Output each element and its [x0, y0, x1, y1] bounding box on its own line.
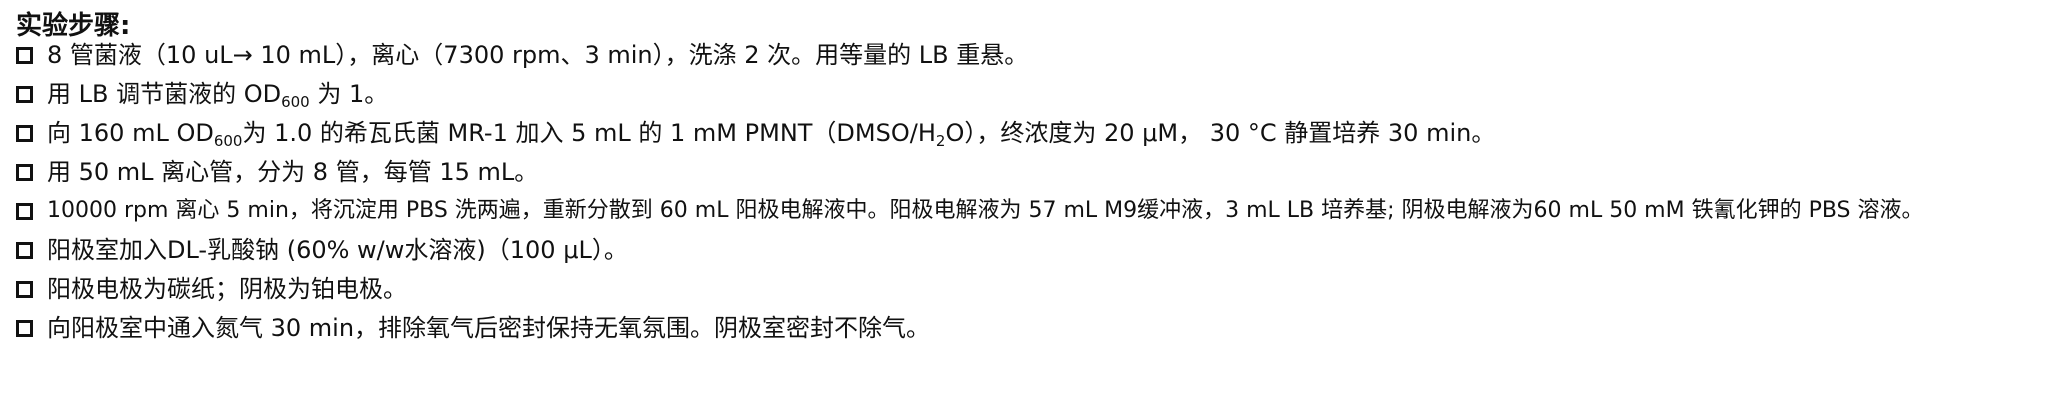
step-text: 阳极室加入DL-乳酸钠 (60% w/w水溶液)（100 μL）。 — [47, 236, 628, 264]
document: 实验步骤: 8 管菌液（10 uL→ 10 mL），离心（7300 rpm、3 … — [0, 0, 2062, 402]
step-text: 向阳极室中通入氮气 30 min，排除氧气后密封保持无氧氛围。阴极室密封不除气。 — [47, 314, 931, 342]
step-1: 8 管菌液（10 uL→ 10 mL），离心（7300 rpm、3 min），洗… — [16, 35, 1028, 75]
step-7: 阳极电极为碳纸；阴极为铂电极。 — [16, 269, 407, 309]
checkbox-icon[interactable] — [16, 124, 33, 142]
subscript: 600 — [281, 93, 310, 111]
checkbox-icon[interactable] — [16, 85, 33, 103]
step-text: 向 160 mL OD600为 1.0 的希瓦氏菌 MR-1 加入 5 mL 的… — [47, 119, 1496, 150]
checkbox-icon[interactable] — [16, 241, 33, 259]
checkbox-icon[interactable] — [16, 280, 33, 298]
step-text: 用 LB 调节菌液的 OD600 为 1。 — [47, 80, 389, 111]
step-8: 向阳极室中通入氮气 30 min，排除氧气后密封保持无氧氛围。阴极室密封不除气。 — [16, 308, 930, 348]
subscript: 2 — [935, 132, 946, 150]
step-2: 用 LB 调节菌液的 OD600 为 1。 — [16, 74, 388, 114]
checkbox-icon[interactable] — [16, 163, 33, 181]
subscript: 600 — [213, 132, 243, 150]
step-text: 8 管菌液（10 uL→ 10 mL），离心（7300 rpm、3 min），洗… — [47, 41, 1029, 69]
step-6: 阳极室加入DL-乳酸钠 (60% w/w水溶液)（100 μL）。 — [16, 230, 628, 270]
step-text: 阳极电极为碳纸；阴极为铂电极。 — [47, 275, 407, 303]
checkbox-icon[interactable] — [16, 319, 33, 337]
step-text: 用 50 mL 离心管，分为 8 管，每管 15 mL。 — [47, 158, 539, 186]
step-4: 用 50 mL 离心管，分为 8 管，每管 15 mL。 — [16, 152, 538, 192]
checkbox-icon[interactable] — [16, 202, 33, 220]
step-text: 10000 rpm 离心 5 min，将沉淀用 PBS 洗两遍，重新分散到 60… — [47, 198, 1924, 223]
step-5: 10000 rpm 离心 5 min，将沉淀用 PBS 洗两遍，重新分散到 60… — [16, 191, 1924, 231]
checkbox-icon[interactable] — [16, 46, 33, 64]
step-3: 向 160 mL OD600为 1.0 的希瓦氏菌 MR-1 加入 5 mL 的… — [16, 113, 1495, 153]
